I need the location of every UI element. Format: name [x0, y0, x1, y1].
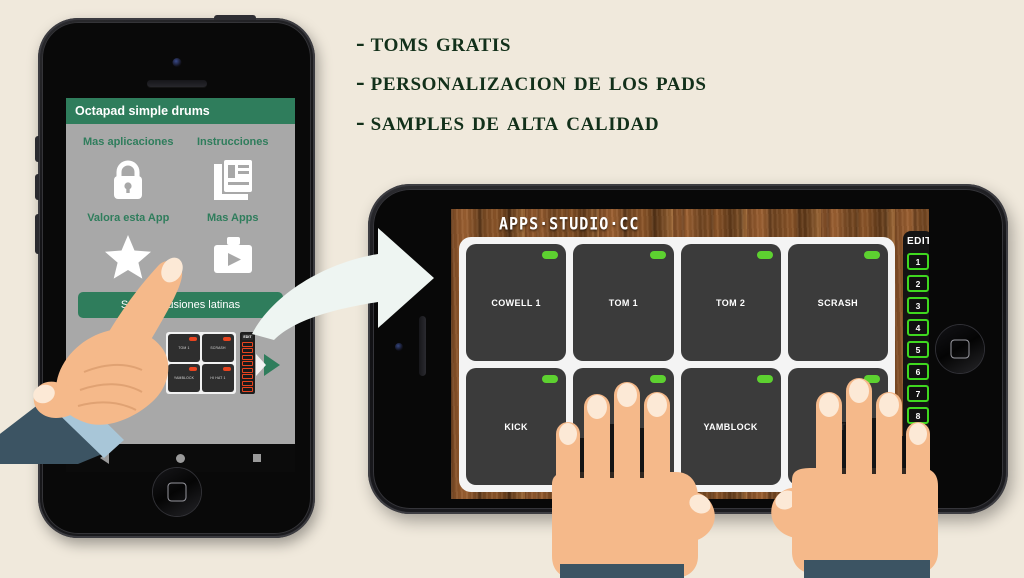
drum-pad-cowell-1[interactable]: COWELL 1	[466, 244, 567, 361]
edit-button-3[interactable]: 3	[907, 297, 929, 314]
mini-edit-button[interactable]	[242, 374, 253, 379]
next-arrow-icon[interactable]	[256, 354, 280, 376]
feature-item: - Samples de alta calidad	[356, 105, 1006, 136]
home-button[interactable]	[936, 325, 984, 373]
edit-button-2[interactable]: 2	[907, 275, 929, 292]
recents-icon[interactable]	[253, 454, 262, 462]
menu-label: Instrucciones	[196, 136, 269, 148]
flow-arrow-icon	[248, 222, 438, 342]
pad-led-icon	[542, 251, 559, 259]
document-list-icon	[181, 152, 286, 208]
drum-pad-tom-2[interactable]: TOM 2	[680, 244, 781, 361]
edit-button-1[interactable]: 1	[907, 253, 929, 270]
mini-edit-button[interactable]	[242, 387, 253, 392]
front-camera-icon	[395, 343, 403, 351]
pad-led-icon	[864, 251, 880, 259]
mini-edit-button[interactable]	[242, 348, 253, 353]
playing-hand-right	[764, 372, 944, 578]
mini-edit-button[interactable]	[242, 354, 253, 360]
app-title: Octapad simple drums	[75, 104, 210, 118]
menu-label: Valora esta App	[87, 212, 170, 224]
pad-label: KICK	[504, 421, 528, 432]
feature-label: Personalizacion de los pads	[370, 66, 707, 97]
pad-label: SCRASH	[817, 297, 859, 308]
menu-item-mas-aplicaciones[interactable]: Mas aplicaciones	[76, 136, 181, 208]
feature-label: Toms gratis	[370, 27, 512, 57]
feature-item: - Personalizacion de los pads	[356, 66, 1006, 97]
poster-canvas: - Toms gratis - Personalizacion de los p…	[0, 0, 1024, 578]
mini-edit-button[interactable]	[242, 341, 253, 347]
drum-pad-scrash[interactable]: SCRASH	[787, 244, 888, 361]
playing-hand-left	[548, 378, 723, 578]
mini-edit-button[interactable]	[242, 367, 253, 373]
bullet-dash: -	[356, 106, 365, 136]
volume-up-button[interactable]	[35, 136, 39, 162]
menu-label: Mas aplicaciones	[83, 136, 174, 148]
feature-item: - Toms gratis	[356, 27, 1006, 57]
pad-led-icon	[756, 251, 773, 259]
feature-list: - Toms gratis - Personalizacion de los p…	[356, 28, 1006, 146]
lock-icon	[76, 152, 181, 208]
menu-item-instrucciones[interactable]: Instrucciones	[181, 136, 286, 208]
edit-button-4[interactable]: 4	[907, 319, 929, 336]
mini-edit-button[interactable]	[242, 380, 253, 386]
pad-label: COWELL 1	[491, 297, 541, 308]
pad-label: TOM 2	[715, 297, 746, 308]
pointing-hand	[0, 244, 222, 464]
pad-label: TOM 1	[608, 297, 639, 308]
feature-label: Samples de alta calidad	[370, 105, 660, 136]
app-title-bar: Octapad simple drums	[66, 98, 295, 124]
pad-led-icon	[649, 251, 666, 259]
bullet-dash: -	[356, 28, 365, 57]
drum-pad-tom-1[interactable]: TOM 1	[573, 244, 674, 361]
home-button[interactable]	[152, 468, 201, 516]
mini-edit-button[interactable]	[242, 361, 253, 366]
volume-down-button[interactable]	[35, 174, 39, 200]
front-camera-icon	[172, 58, 181, 67]
power-button[interactable]	[214, 15, 256, 20]
edit-panel-title: EDIT	[907, 236, 929, 247]
earpiece-speaker	[146, 80, 207, 87]
brand-logo: APPS·STUDIO·CC	[499, 213, 640, 235]
bullet-dash: -	[356, 67, 365, 97]
edit-button-5[interactable]: 5	[907, 341, 929, 358]
